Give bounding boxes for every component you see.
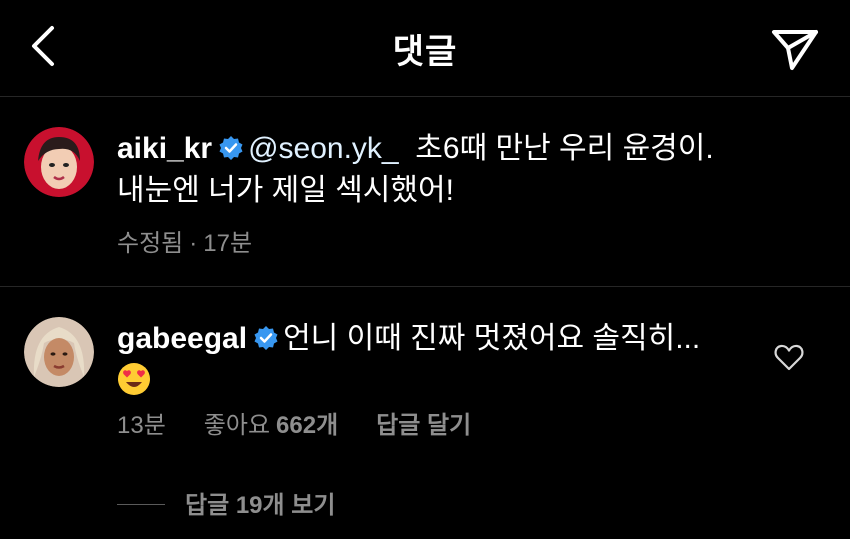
comment-body: 언니 이때 진짜 멋졌어요 솔직히...	[283, 322, 701, 355]
caption-line2: 내눈엔 너가 제일 섹시했어!	[117, 174, 454, 207]
paper-plane-icon	[772, 30, 818, 70]
cartoon-avatar-icon	[24, 127, 94, 197]
comment-item: gabeegal 언니 이때 진짜 멋졌어요 솔직히... 13분 좋아요 662개 답…	[0, 287, 850, 539]
verified-badge-icon	[218, 131, 244, 160]
avatar[interactable]	[24, 317, 94, 387]
reply-button[interactable]: 답글 달기	[376, 412, 471, 439]
post-caption: aiki_kr @seon.yk_ 초6때 만난 우리 윤경이. 내눈엔 너가 제…	[0, 97, 850, 287]
likes-number: 662개	[276, 412, 339, 439]
comment-time: 13분	[117, 412, 166, 439]
edited-label: 수정됨	[117, 230, 184, 257]
comment-username[interactable]: gabeegal	[117, 322, 247, 355]
comment-text: gabeegal 언니 이때 진짜 멋졌어요 솔직히...	[117, 318, 737, 402]
heart-outline-icon	[774, 344, 804, 371]
caption-text: aiki_kr @seon.yk_ 초6때 만난 우리 윤경이. 내눈엔 너가 제…	[117, 128, 817, 212]
header-bar: 댓글	[0, 0, 850, 97]
page-title: 댓글	[392, 33, 458, 71]
meta-separator: ·	[189, 230, 198, 257]
view-replies-label: 답글 19개 보기	[185, 492, 336, 519]
caption-username[interactable]: aiki_kr	[117, 132, 212, 165]
caption-line1: 초6때 만난 우리 윤경이.	[415, 132, 714, 165]
profile-photo-icon	[24, 317, 94, 387]
verified-badge-icon	[253, 321, 279, 350]
comment-meta: 13분 좋아요 662개 답글 달기	[117, 405, 509, 440]
share-button[interactable]	[770, 24, 820, 72]
view-replies-button[interactable]: 답글 19개 보기	[117, 485, 335, 520]
avatar[interactable]	[24, 127, 94, 197]
replies-divider	[117, 504, 165, 505]
caption-time: 17분	[203, 230, 253, 257]
likes-count[interactable]: 좋아요 662개	[204, 412, 338, 439]
caption-meta: 수정됨 · 17분	[117, 223, 290, 258]
like-button[interactable]	[774, 343, 804, 371]
likes-label: 좋아요	[203, 412, 271, 439]
mention-link[interactable]: @seon.yk_	[248, 132, 399, 165]
heart-eyes-emoji-icon	[117, 362, 151, 396]
